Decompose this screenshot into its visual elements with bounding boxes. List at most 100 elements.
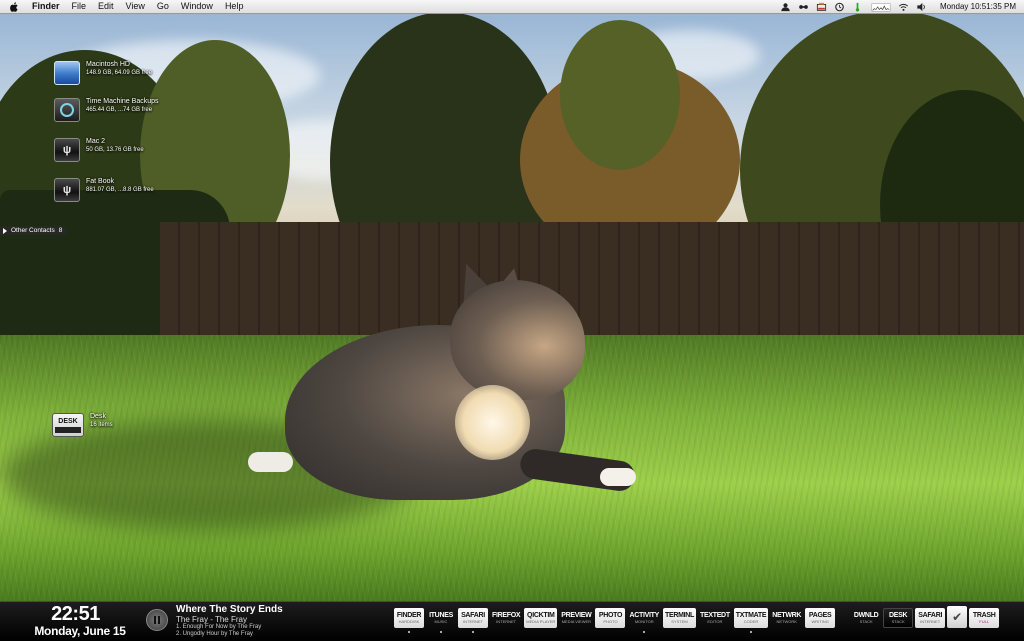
desktop-volume-mac-2[interactable]: ψ Mac 2 50 GB, 13.76 GB free	[54, 138, 144, 162]
dock-item-pages[interactable]: PAGES WRITING	[805, 608, 836, 628]
dock-item-sublabel: HARDDISK	[398, 619, 420, 624]
dock-item-label: TEXTEDT	[700, 612, 730, 619]
menu-help[interactable]: Help	[219, 0, 250, 13]
menu-edit[interactable]: Edit	[92, 0, 120, 13]
volume-capacity: 881.07 GB, ...8.8 GB free	[86, 187, 154, 193]
dock-item-label: ACTIVITY	[629, 612, 659, 619]
desktop-wallpaper	[0, 0, 1024, 640]
volume-info: Macintosh HD 148.9 GB, 64.09 GB free	[86, 61, 152, 77]
menubar-clock[interactable]: Monday 10:51:35 PM	[940, 2, 1016, 11]
dock-item-label: DESK	[889, 612, 908, 619]
running-indicator	[440, 631, 442, 633]
cat-chest	[455, 385, 530, 460]
desktop-volume-time-machine[interactable]: Time Machine Backups 465.44 GB, ...74 GB…	[54, 98, 159, 122]
time-machine-icon[interactable]	[834, 2, 846, 12]
dock-item-activity[interactable]: ACTIVITY MONITOR	[627, 608, 661, 633]
volume-name: Macintosh HD	[86, 61, 130, 68]
desk-icon-label: DESK	[58, 417, 78, 425]
dock-item-txtmate[interactable]: TXTMATE CODER	[733, 608, 769, 633]
usb-disk-icon: ψ	[54, 138, 80, 162]
dock-item-sublabel: INTERNET	[496, 619, 517, 624]
running-indicator	[750, 631, 753, 633]
cat-paw-tip	[600, 468, 636, 486]
dock-item-preview[interactable]: PREVIEW MEDIA VIEWER	[559, 608, 593, 628]
time-machine-disk-icon	[54, 98, 80, 122]
internal-disk-icon	[54, 61, 80, 85]
battery-meter-icon[interactable]	[816, 2, 828, 12]
dock-item-sublabel: EDITOR	[707, 619, 723, 624]
dock-item-firefox[interactable]: FIREFOX INTERNET	[490, 608, 522, 628]
menu-file[interactable]: File	[66, 0, 93, 13]
dock-item-sublabel: MUSIC	[434, 619, 448, 624]
dock-trash[interactable]: TRASH FULL	[969, 608, 1000, 628]
volume-icon[interactable]	[916, 2, 928, 12]
dock-item-sublabel: SYSTEM	[671, 619, 688, 624]
dock-item-finder[interactable]: FINDER HARDDISK	[394, 608, 424, 633]
status-menus: Monday 10:51:35 PM	[780, 2, 1024, 12]
pause-button[interactable]	[146, 609, 168, 631]
volume-info: Fat Book 881.07 GB, ...8.8 GB free	[86, 178, 154, 194]
document-icon[interactable]: ✔	[947, 606, 968, 628]
dock-item-label: FINDER	[396, 612, 422, 619]
other-contacts-tab[interactable]: Other Contacts 8	[0, 226, 68, 235]
dock-stack-desk[interactable]: DESK STACK	[883, 608, 914, 628]
running-indicator	[472, 631, 474, 633]
dock-item-label: QICKTIM	[527, 612, 555, 619]
clock-date: Monday, June 15	[34, 624, 126, 638]
dock-item-terminl[interactable]: TERMINL SYSTEM	[662, 608, 696, 628]
volume-info: Time Machine Backups 465.44 GB, ...74 GB…	[86, 98, 159, 114]
dock-item-sublabel: WRITING	[811, 619, 829, 624]
desktop-folder-desk[interactable]: DESK Desk 16 items	[52, 413, 113, 437]
contacts-count: 8	[58, 227, 63, 234]
dock-item-photo[interactable]: PHOTO PHOTO	[595, 608, 626, 628]
dock-item-label: SAFARI	[918, 612, 943, 619]
clock-time: 22:51	[51, 603, 100, 625]
dock-item-netwrk[interactable]: NETWRK NETWORK	[770, 608, 803, 628]
dock-item-label: PAGES	[808, 612, 832, 619]
dock-item-sublabel: MEDIA PLAYER	[526, 619, 556, 624]
dock-item-label: PHOTO	[598, 612, 623, 619]
folder-name: Desk	[90, 413, 106, 420]
dock-item-sublabel: CODER	[743, 619, 759, 624]
desktop-volume-macintosh-hd[interactable]: Macintosh HD 148.9 GB, 64.09 GB free	[54, 61, 152, 85]
volume-name: Mac 2	[86, 138, 106, 145]
dock-item-qicktim[interactable]: QICKTIM MEDIA PLAYER	[524, 608, 558, 628]
dock-item-sublabel: STACK	[891, 619, 905, 624]
tree	[560, 20, 680, 170]
running-indicator	[408, 631, 410, 633]
disclosure-triangle-icon	[3, 227, 7, 234]
fence	[160, 222, 1024, 342]
menu-view[interactable]: View	[120, 0, 151, 13]
volume-name: Time Machine Backups	[86, 98, 159, 105]
bluetooth-icon[interactable]	[798, 2, 810, 12]
dock-item-itunes[interactable]: ITUNES MUSIC	[426, 608, 456, 633]
usb-disk-icon: ψ	[54, 178, 80, 202]
dock-item-label: TXTMATE	[735, 612, 767, 619]
cpu-graph-icon[interactable]	[870, 2, 892, 12]
desktop-volume-fat-book[interactable]: ψ Fat Book 881.07 GB, ...8.8 GB free	[54, 178, 154, 202]
dock-stack-dwnld[interactable]: DWNLD STACK	[851, 608, 881, 628]
volume-capacity: 465.44 GB, ...74 GB free	[86, 107, 153, 113]
app-menu-finder[interactable]: Finder	[26, 0, 66, 13]
contacts-label: Other Contacts	[11, 227, 55, 234]
wifi-icon[interactable]	[898, 2, 910, 12]
dock-item-safari[interactable]: SAFARI INTERNET	[458, 608, 488, 633]
dock-stack-safari[interactable]: SAFARI INTERNET	[915, 608, 946, 628]
dock-item-label: SAFARI	[461, 612, 485, 619]
volume-name: Fat Book	[86, 178, 115, 185]
volume-capacity: 148.9 GB, 64.09 GB free	[86, 70, 153, 76]
temperature-icon[interactable]	[852, 2, 864, 12]
up-next-track: 2. Ungodly Hour by The Fray	[176, 631, 253, 637]
volume-info: Mac 2 50 GB, 13.76 GB free	[86, 138, 144, 154]
dock-item-label: ITUNES	[429, 612, 453, 619]
menu-go[interactable]: Go	[151, 0, 175, 13]
apple-menu-icon[interactable]	[9, 1, 19, 12]
dock-item-textedt[interactable]: TEXTEDT EDITOR	[698, 608, 732, 628]
menu-bar: Finder File Edit View Go Window Help Mon…	[0, 0, 1024, 14]
menu-window[interactable]: Window	[175, 0, 219, 13]
dock-item-sublabel: MONITOR	[634, 619, 654, 624]
user-icon[interactable]	[780, 2, 792, 12]
dock-item-label: TRASH	[972, 612, 996, 619]
folder-info: Desk 16 items	[90, 413, 113, 429]
up-next-track: 1. Enough For Now by The Fray	[176, 624, 262, 630]
